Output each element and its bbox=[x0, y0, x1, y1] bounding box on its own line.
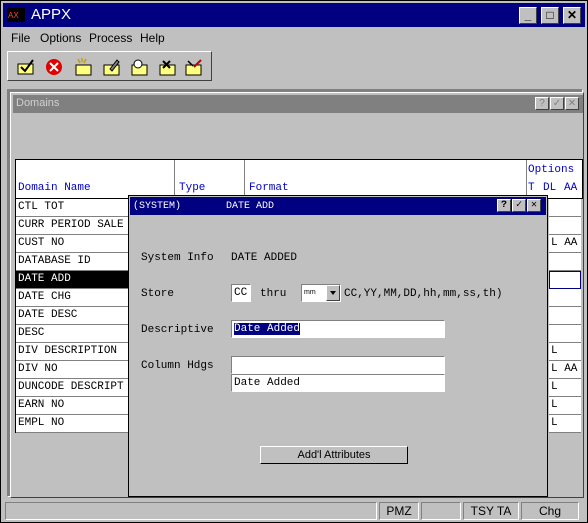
store-from-field[interactable]: CC bbox=[231, 284, 251, 302]
list-item[interactable]: CURR PERIOD SALE bbox=[16, 217, 132, 235]
maximize-button[interactable]: □ bbox=[541, 7, 559, 24]
close-icon[interactable]: ✕ bbox=[565, 97, 579, 110]
list-item[interactable]: DIV NO bbox=[16, 361, 132, 379]
toolbar bbox=[7, 51, 212, 81]
options-cell bbox=[549, 271, 581, 289]
list-item[interactable]: DESC bbox=[16, 325, 132, 343]
window-title: APPX bbox=[31, 6, 72, 23]
domains-title: Domains bbox=[16, 97, 60, 109]
t-header: T bbox=[528, 182, 535, 194]
addl-attributes-button[interactable]: Add'l Attributes bbox=[260, 446, 408, 464]
descriptive-value: Date Added bbox=[234, 323, 301, 335]
options-column: L AA L L AA L L L bbox=[549, 199, 581, 433]
list-item[interactable]: CTL TOT bbox=[16, 199, 132, 217]
status-cell bbox=[5, 502, 377, 520]
descriptive-label: Descriptive bbox=[141, 324, 214, 336]
domains-title-bar: Domains ? ✓ ✕ bbox=[13, 95, 583, 113]
options-cell: L bbox=[549, 415, 581, 433]
column-divider bbox=[174, 160, 175, 200]
help-icon[interactable]: ? bbox=[497, 199, 511, 212]
check-folder-icon[interactable] bbox=[16, 57, 36, 77]
column-hdgs-label: Column Hdgs bbox=[141, 360, 214, 372]
options-cell: L bbox=[549, 379, 581, 397]
check-icon[interactable]: ✓ bbox=[550, 97, 564, 110]
list-item[interactable]: DUNCODE DESCRIPT bbox=[16, 379, 132, 397]
menu-options[interactable]: Options bbox=[40, 31, 81, 45]
domain-name-header[interactable]: Domain Name bbox=[18, 182, 91, 194]
system-info-label: System Info bbox=[141, 252, 214, 264]
find-folder-icon[interactable] bbox=[130, 57, 150, 77]
aa-header: AA bbox=[564, 182, 578, 194]
format-header[interactable]: Format bbox=[249, 182, 289, 194]
thru-label: thru bbox=[260, 288, 287, 300]
store-to-select[interactable]: mm bbox=[301, 284, 341, 302]
status-cell bbox=[421, 502, 461, 520]
close-icon[interactable]: ✕ bbox=[527, 199, 541, 212]
delete-folder-icon[interactable] bbox=[158, 57, 178, 77]
system-tag: (SYSTEM) bbox=[133, 201, 182, 212]
status-cell: Chg bbox=[521, 502, 579, 520]
new-folder-icon[interactable] bbox=[74, 57, 94, 77]
column-divider bbox=[526, 160, 527, 200]
edit-folder-icon[interactable] bbox=[102, 57, 122, 77]
title-bar: AX APPX _ □ ✕ bbox=[3, 3, 585, 27]
options-cell bbox=[549, 289, 581, 307]
options-cell bbox=[549, 307, 581, 325]
list-item[interactable]: DATE DESC bbox=[16, 307, 132, 325]
dialog-title: DATE ADD bbox=[226, 201, 275, 212]
cancel-icon[interactable] bbox=[44, 57, 64, 77]
column-heading-2-field[interactable]: Date Added bbox=[231, 374, 445, 392]
list-item[interactable]: DATABASE ID bbox=[16, 253, 132, 271]
type-header[interactable]: Type bbox=[179, 182, 205, 194]
dl-header: DL bbox=[543, 182, 557, 194]
system-info-value: DATE ADDED bbox=[231, 252, 298, 264]
menu-bar: File Options Process Help bbox=[3, 28, 585, 48]
column-heading-1-field[interactable] bbox=[231, 356, 445, 374]
list-item[interactable]: EARN NO bbox=[16, 397, 132, 415]
options-cell: L bbox=[549, 397, 581, 415]
list-item[interactable]: DIV DESCRIPTION bbox=[16, 343, 132, 361]
options-cell bbox=[549, 325, 581, 343]
options-cell bbox=[549, 253, 581, 271]
check-icon[interactable]: ✓ bbox=[512, 199, 526, 212]
list-item[interactable]: DATE CHG bbox=[16, 289, 132, 307]
svg-text:AX: AX bbox=[8, 11, 19, 20]
status-cell: TSY TA bbox=[463, 502, 519, 520]
menu-process[interactable]: Process bbox=[89, 31, 132, 45]
options-cell bbox=[549, 199, 581, 217]
menu-file[interactable]: File bbox=[11, 31, 30, 45]
options-cell: L AA bbox=[549, 235, 581, 253]
options-cell: L AA bbox=[549, 361, 581, 379]
status-cell: PMZ bbox=[379, 502, 419, 520]
date-add-dialog: (SYSTEM) DATE ADD ? ✓ ✕ System Info DATE… bbox=[128, 195, 548, 497]
minimize-button[interactable]: _ bbox=[519, 7, 537, 24]
help-icon[interactable]: ? bbox=[535, 97, 549, 110]
domain-name-list: CTL TOT CURR PERIOD SALE CUST NO DATABAS… bbox=[15, 199, 132, 433]
menu-help[interactable]: Help bbox=[140, 31, 165, 45]
domains-grid-header: Options Domain Name Type Format T DL AA bbox=[15, 159, 583, 200]
status-bar: PMZ TSY TA Chg bbox=[3, 501, 585, 521]
options-header: Options bbox=[528, 164, 575, 176]
appx-main-window: AX APPX _ □ ✕ File Options Process Help bbox=[0, 0, 588, 523]
list-item-selected[interactable]: DATE ADD bbox=[16, 271, 132, 289]
options-cell: L bbox=[549, 343, 581, 361]
store-label: Store bbox=[141, 288, 175, 300]
dialog-title-bar: (SYSTEM) DATE ADD ? ✓ ✕ bbox=[130, 197, 546, 215]
store-to-value: mm bbox=[304, 289, 316, 296]
chevron-down-icon[interactable] bbox=[326, 285, 340, 301]
list-item[interactable]: EMPL NO bbox=[16, 415, 132, 433]
column-divider bbox=[244, 160, 245, 200]
store-format-hint: CC,YY,MM,DD,hh,mm,ss,th) bbox=[344, 288, 503, 300]
options-cell bbox=[549, 217, 581, 235]
appx-logo-icon: AX bbox=[7, 8, 25, 22]
descriptive-field[interactable]: Date Added bbox=[231, 320, 445, 338]
clear-folder-icon[interactable] bbox=[184, 57, 204, 77]
close-button[interactable]: ✕ bbox=[563, 7, 581, 24]
list-item[interactable]: CUST NO bbox=[16, 235, 132, 253]
